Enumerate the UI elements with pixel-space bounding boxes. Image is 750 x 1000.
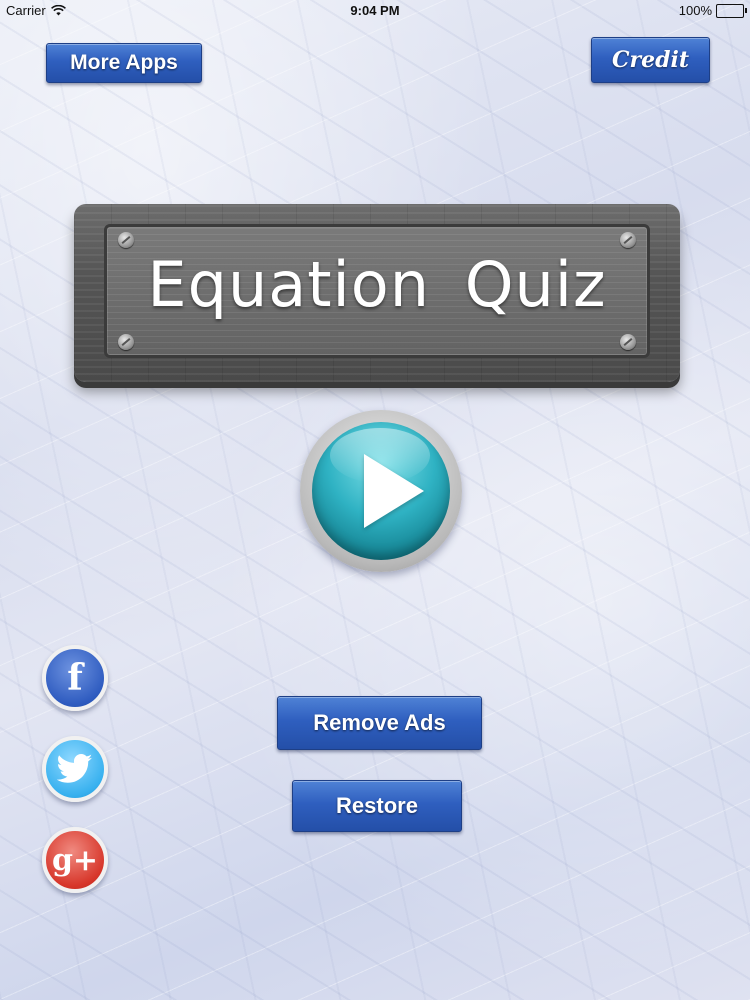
restore-button[interactable]: Restore <box>292 780 462 832</box>
screw-icon <box>620 334 636 350</box>
battery-icon <box>716 3 747 18</box>
play-button-face <box>312 422 450 560</box>
more-apps-button[interactable]: More Apps <box>46 43 202 83</box>
play-button[interactable] <box>300 410 462 572</box>
title-sign: Equation Quiz <box>74 204 680 382</box>
remove-ads-button[interactable]: Remove Ads <box>277 696 482 750</box>
game-title: Equation Quiz <box>147 248 607 321</box>
battery-percent: 100% <box>678 3 712 18</box>
status-right: 100% <box>678 3 747 18</box>
screw-icon <box>118 232 134 248</box>
credit-button[interactable]: Credit <box>591 37 710 83</box>
google-plus-button[interactable]: g+ <box>42 827 108 893</box>
play-icon <box>364 454 424 528</box>
twitter-bird-icon <box>57 754 93 783</box>
screw-icon <box>118 334 134 350</box>
twitter-button[interactable] <box>42 736 108 802</box>
facebook-icon: f <box>67 657 83 699</box>
status-bar: Carrier 9:04 PM 100% <box>0 0 750 22</box>
google-plus-icon: g+ <box>51 842 99 878</box>
facebook-button[interactable]: f <box>42 645 108 711</box>
screw-icon <box>620 232 636 248</box>
status-time: 9:04 PM <box>350 3 400 18</box>
